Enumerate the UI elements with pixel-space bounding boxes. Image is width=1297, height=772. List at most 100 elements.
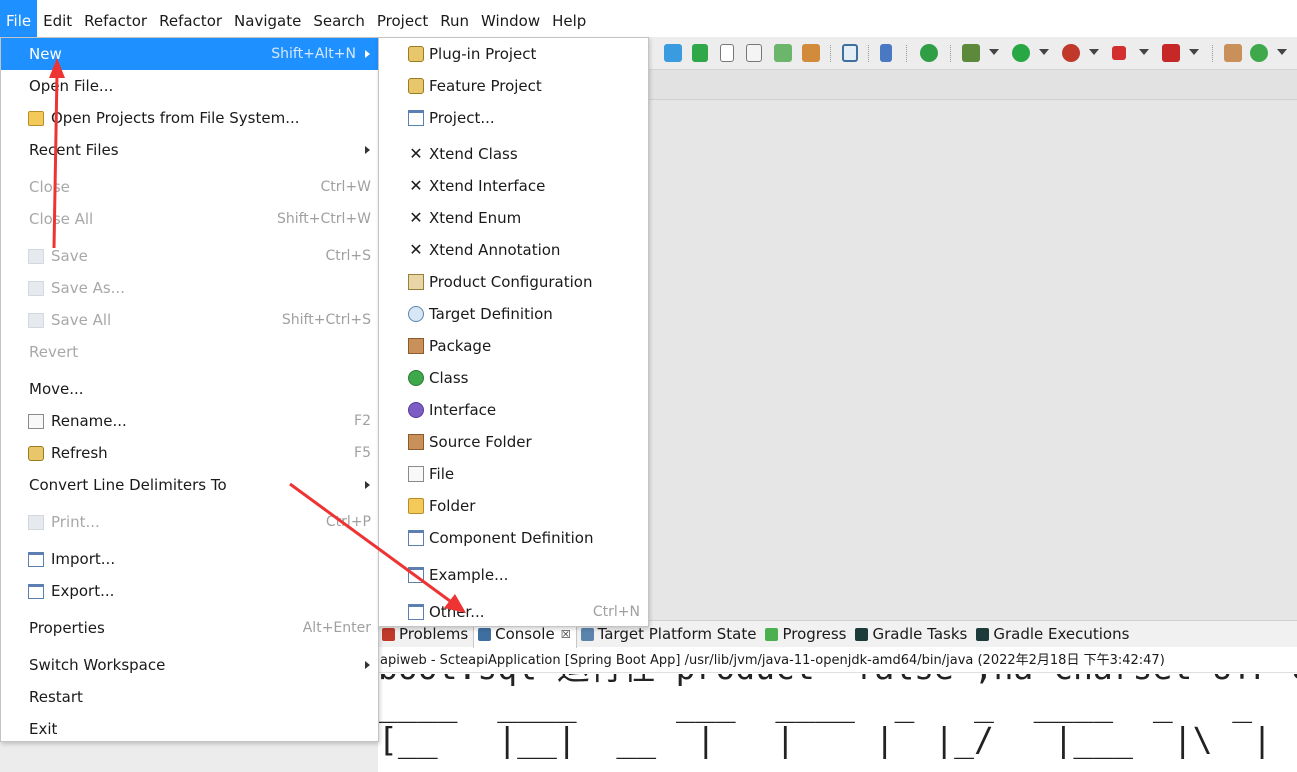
stop-icon[interactable] [1112,46,1126,60]
package-explorer-background [0,742,378,772]
file-menu-item-revert[interactable]: Revert [1,336,378,368]
menu-navigate[interactable]: Navigate [228,0,307,37]
file-menu-item-save-as[interactable]: Save As... [1,272,378,304]
text-file-icon[interactable] [746,44,762,62]
file-menu-item-close-all[interactable]: Close All Shift+Ctrl+W [1,203,378,235]
close-icon[interactable]: ☒ [561,628,571,641]
menu-file[interactable]: File [0,0,38,37]
coverage-icon[interactable] [1062,44,1080,62]
menu-item-label: File [429,465,455,483]
new-menu-item-other[interactable]: Other... Ctrl+N [379,596,648,628]
new-package-icon[interactable] [1224,44,1242,62]
new-menu-item-xtend-enum[interactable]: ✕ Xtend Enum [379,202,648,234]
menu-item-shortcut: Alt+Enter [302,620,371,636]
file-menu-item-print[interactable]: Print... Ctrl+P [1,506,378,538]
menu-item-label: Component Definition [429,529,594,547]
debug-icon[interactable] [962,44,980,62]
submenu-arrow-icon [365,50,370,58]
chevron-down-icon[interactable] [1139,49,1149,55]
menu-project[interactable]: Project [371,0,434,37]
xtend-icon: ✕ [409,176,423,195]
new-menu-item-target-definition[interactable]: Target Definition [379,298,648,330]
submenu-arrow-icon [365,661,370,669]
tab-gradle-executions[interactable]: Gradle Executions [972,621,1134,648]
menu-item-label: New [29,45,62,63]
file-menu-item-move[interactable]: Move... [1,373,378,405]
outline-icon[interactable] [692,44,708,62]
spring-boot-icon[interactable] [920,44,938,62]
new-wizard-icon[interactable] [802,44,820,62]
new-menu-item-example[interactable]: Example... [379,559,648,591]
menu-window[interactable]: Window [475,0,546,37]
new-menu-item-xtend-interface[interactable]: ✕ Xtend Interface [379,170,648,202]
tab-gradle-tasks[interactable]: Gradle Tasks [851,621,972,648]
file-menu-item-open-file[interactable]: Open File... [1,70,378,102]
monitor-icon[interactable] [842,44,858,62]
new-menu-item-product-configuration[interactable]: Product Configuration [379,266,648,298]
run-icon[interactable] [1012,44,1030,62]
chevron-down-icon[interactable] [1089,49,1099,55]
file-menu-item-close[interactable]: Close Ctrl+W [1,171,378,203]
new-menu-item-folder[interactable]: Folder [379,490,648,522]
file-menu-item-restart[interactable]: Restart [1,681,378,713]
menu-item-shortcut: F2 [354,413,371,429]
gradle-icon [976,627,990,641]
new-menu-item-project[interactable]: Project... [379,102,648,134]
menu-item-label: Feature Project [429,77,542,95]
menu-refactor[interactable]: Refactor [78,0,153,37]
submenu-arrow-icon [365,481,370,489]
file-menu-item-exit[interactable]: Exit [1,713,378,745]
menu-item-shortcut: F5 [354,445,371,461]
file-menu-item-recent-files[interactable]: Recent Files [1,134,378,166]
console-icon [478,627,492,641]
menu-refactor[interactable]: Refactor [153,0,228,37]
pin-icon[interactable] [880,44,892,62]
file-menu-item-export[interactable]: Export... [1,575,378,607]
new-menu-item-xtend-class[interactable]: ✕ Xtend Class [379,138,648,170]
editor-tab-strip [648,70,1297,100]
new-menu-item-plug-in-project[interactable]: Plug-in Project [379,38,648,70]
menu-item-label: Properties [29,619,105,637]
xtend-icon: ✕ [409,208,423,227]
new-submenu: Plug-in Project Feature Project Project...… [378,37,649,627]
file-menu-item-save-all[interactable]: Save All Shift+Ctrl+S [1,304,378,336]
file-menu-item-refresh[interactable]: Refresh F5 [1,437,378,469]
menu-run[interactable]: Run [434,0,475,37]
java-file-icon[interactable] [720,44,734,62]
new-menu-item-source-folder[interactable]: Source Folder [379,426,648,458]
external-tools-icon[interactable] [1162,44,1180,62]
tab-progress[interactable]: Progress [761,621,851,648]
new-menu-item-xtend-annotation[interactable]: ✕ Xtend Annotation [379,234,648,266]
new-menu-item-component-definition[interactable]: Component Definition [379,522,648,554]
new-menu-item-class[interactable]: Class [379,362,648,394]
menu-edit[interactable]: Edit [37,0,78,37]
file-menu-item-open-projects-from-file-system[interactable]: Open Projects from File System... [1,102,378,134]
chevron-down-icon[interactable] [1277,49,1287,55]
chevron-down-icon[interactable] [1189,49,1199,55]
xtend-icon: ✕ [409,240,423,259]
file-menu-item-properties[interactable]: Properties Alt+Enter [1,612,378,644]
menu-help[interactable]: Help [546,0,592,37]
menu-search[interactable]: Search [307,0,371,37]
new-menu-item-file[interactable]: File [379,458,648,490]
new-menu-item-package[interactable]: Package [379,330,648,362]
sync-icon[interactable] [664,44,682,62]
file-menu-item-switch-workspace[interactable]: Switch Workspace [1,649,378,681]
toolbar-separator [830,45,831,62]
file-menu-item-save[interactable]: Save Ctrl+S [1,240,378,272]
menu-item-label: Other... [429,603,485,621]
save-all-icon [28,313,44,328]
file-menu-item-rename[interactable]: Rename... F2 [1,405,378,437]
chevron-down-icon[interactable] [1039,49,1049,55]
search-wizard-icon[interactable] [774,44,792,62]
target-platform-icon [580,627,594,641]
file-menu-item-new[interactable]: New Shift+Alt+N [1,38,378,70]
new-menu-item-feature-project[interactable]: Feature Project [379,70,648,102]
chevron-down-icon[interactable] [989,49,999,55]
file-menu-item-import[interactable]: Import... [1,543,378,575]
file-icon [408,466,424,482]
menu-item-label: Revert [29,343,79,361]
new-class-icon[interactable] [1250,44,1268,62]
new-menu-item-interface[interactable]: Interface [379,394,648,426]
file-menu-item-convert-line-delimiters-to[interactable]: Convert Line Delimiters To [1,469,378,501]
